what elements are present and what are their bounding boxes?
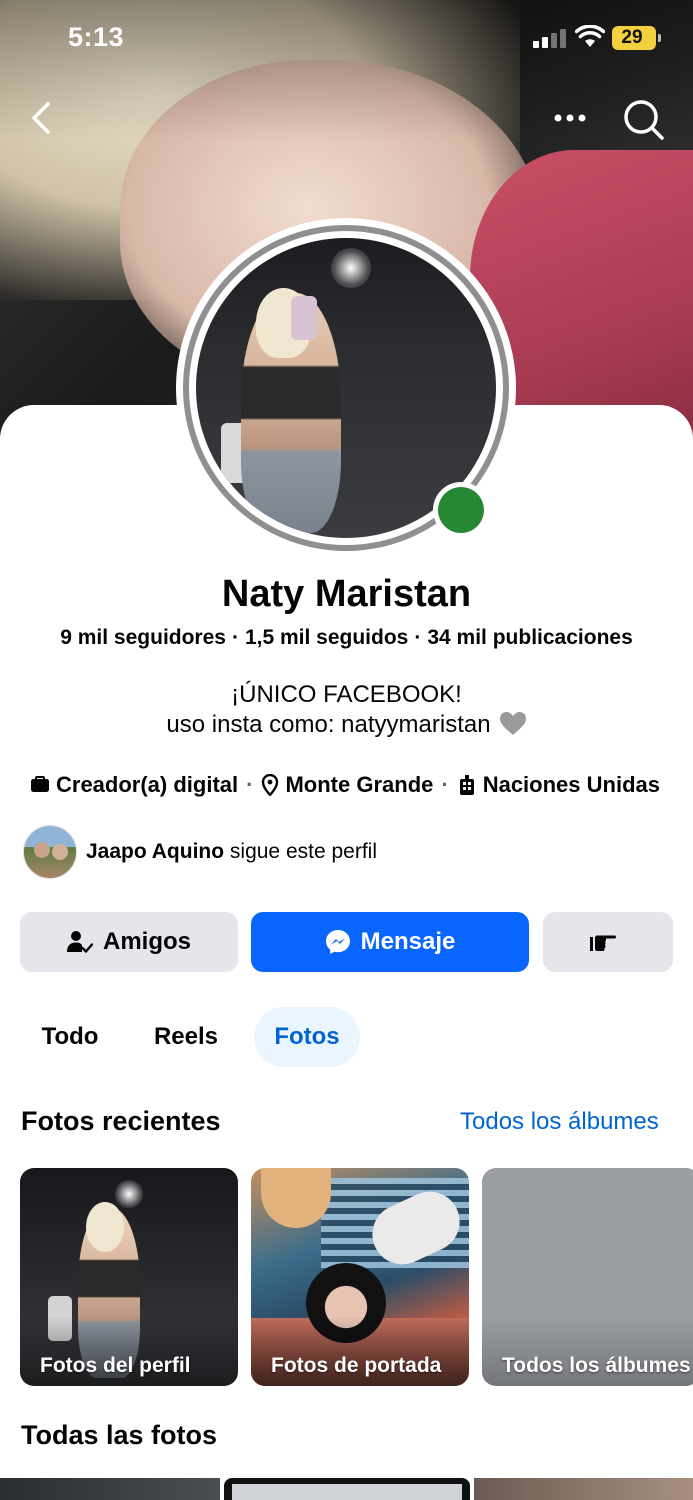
friend-check-icon [66,931,93,953]
album-label: Fotos del perfil [40,1354,191,1377]
grey-heart-icon [499,712,526,735]
briefcase-icon [31,776,49,792]
more-horizontal-icon[interactable] [548,100,592,136]
status-bar: 5:13 29 [0,0,693,80]
friends-label: Amigos [102,928,191,955]
wifi-icon [575,25,605,47]
message-label: Mensaje [360,928,456,955]
mutual-follower-name[interactable]: Jaapo Aquino [86,840,224,863]
mutual-follower-suffix: sigue este perfil [229,840,377,863]
mutual-follower-text: Jaapo Aquino sigue este perfil [86,840,377,864]
recent-photos-title: Fotos recientes [21,1106,221,1136]
mutual-follower[interactable]: Jaapo Aquino sigue este perfil [23,825,377,879]
info-location[interactable]: Monte Grande [285,772,433,798]
avatar-light [331,248,371,288]
messenger-icon [325,930,350,954]
stats-separator: · [231,626,239,649]
profile-info-row: Creador(a) digital · Monte Grande · Naci… [30,772,680,798]
info-category: Creador(a) digital [56,772,239,797]
following-count[interactable]: 1,5 mil seguidos [245,626,408,649]
album-card-cover-photos[interactable]: Fotos de portada [251,1168,469,1386]
all-photos-title: Todas las fotos [21,1420,218,1450]
friends-button[interactable]: Amigos [20,912,238,972]
online-status-badge [433,482,489,538]
stats-separator: · [414,626,422,649]
profile-name: Naty Maristan [221,573,472,615]
cellular-signal-icon [533,28,567,48]
building-icon [459,775,474,795]
photo-thumbnail[interactable] [0,1478,220,1500]
photo-thumbnail[interactable] [474,1478,693,1500]
album-label: Fotos de portada [271,1354,442,1377]
profile-bio: ¡ÚNICO FACEBOOK! uso insta como: natyyma… [0,680,693,740]
photo-thumbnail[interactable] [224,1478,470,1500]
tab-todo[interactable]: Todo [22,1007,118,1067]
search-icon[interactable] [620,96,666,142]
album-card-profile-photos[interactable]: Fotos del perfil [20,1168,238,1386]
followers-count[interactable]: 9 mil seguidores [60,626,226,649]
profile-stats: 9 mil seguidores · 1,5 mil seguidos · 34 mil… [0,626,693,650]
status-time: 5:13 [68,22,125,52]
bio-line-2: uso insta como: natyymaristan [166,711,491,738]
album-light [115,1180,143,1208]
battery-indicator: 29 [612,26,661,50]
poke-button[interactable] [543,912,673,972]
posts-count: 34 mil publicaciones [427,626,633,649]
album-hair [86,1202,124,1252]
tab-fotos[interactable]: Fotos [254,1007,360,1067]
poke-hand-icon [590,935,616,951]
info-separator: · [441,772,449,797]
all-albums-link[interactable]: Todos los álbumes [460,1108,659,1136]
album-label: Todos los álbumes [502,1354,691,1377]
info-separator: · [246,772,254,797]
battery-level: 29 [621,27,643,48]
map-pin-icon [262,774,279,796]
info-workplace[interactable]: Naciones Unidas [483,772,660,798]
mutual-follower-avatar[interactable] [23,825,77,879]
album-card-all-albums[interactable]: Todos los álbumes [482,1168,693,1386]
tab-reels[interactable]: Reels [140,1007,232,1067]
message-button[interactable]: Mensaje [251,912,529,972]
chevron-left-icon[interactable] [24,96,60,140]
avatar-phone [291,296,317,340]
bio-line-1: ¡ÚNICO FACEBOOK! [231,681,462,708]
